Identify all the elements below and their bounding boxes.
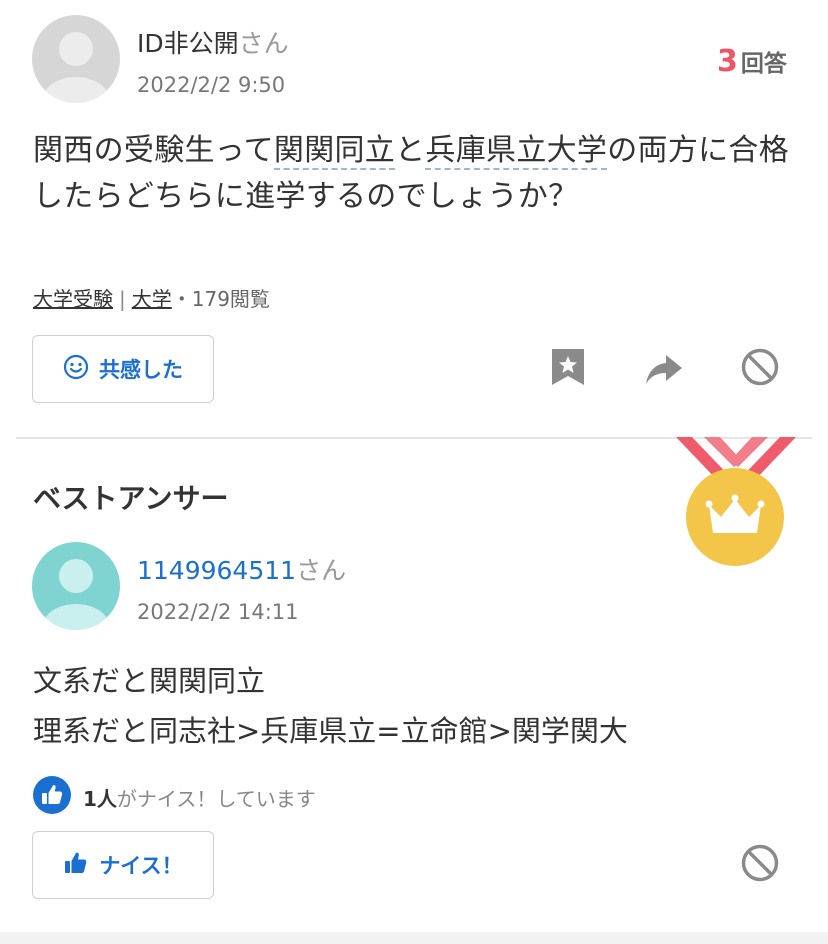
block-icon — [740, 347, 780, 391]
asker-name: ID非公開さん — [137, 24, 289, 60]
asker-honorific: さん — [238, 29, 289, 58]
bottom-separator — [0, 932, 828, 944]
nice-text: がナイス！しています — [116, 786, 316, 811]
answer-block-button[interactable] — [738, 843, 782, 887]
category-separator: | — [119, 287, 126, 311]
thumbs-up-icon — [33, 776, 71, 818]
block-button[interactable] — [738, 347, 782, 391]
category-link-daigaku-juken[interactable]: 大学受験 — [33, 287, 113, 311]
best-answer-heading: ベストアンサー — [33, 482, 229, 515]
question-text-part: と — [395, 133, 426, 168]
nice-summary: 1人 がナイス！しています — [33, 776, 316, 818]
bookmark-star-icon — [550, 347, 586, 391]
answer-text: 文系だと関関同立 理系だと同志社>兵庫県立=立命館>関学関大 — [33, 656, 803, 756]
nice-button[interactable]: ナイス！ — [32, 831, 214, 899]
keyword-link-kankandoritsu[interactable]: 関関同立 — [273, 133, 396, 170]
thumbs-up-icon — [63, 850, 89, 880]
medal-crown-icon — [676, 437, 796, 571]
category-link-daigaku[interactable]: 大学 — [132, 287, 172, 311]
question-timestamp: 2022/2/2 9:50 — [137, 73, 286, 97]
empathy-button[interactable]: 共感した — [32, 335, 214, 403]
view-count: ・179閲覧 — [171, 287, 270, 311]
bookmark-button[interactable] — [546, 347, 590, 391]
answer-line: 理系だと同志社>兵庫県立=立命館>関学関大 — [33, 714, 628, 748]
empathy-button-label: 共感した — [99, 358, 183, 382]
question-text: 関西の受験生って関関同立と兵庫県立大学の両方に合格したらどちらに進学するのでしょ… — [33, 128, 803, 220]
answerer-name: 1149964511さん — [137, 551, 346, 587]
answer-line: 文系だと関関同立 — [33, 664, 266, 698]
answer-count-label: 回答 — [740, 51, 787, 77]
question-text-part: 関西の受験生って — [33, 133, 274, 168]
keyword-link-hyogo-kenritsu[interactable]: 兵庫県立大学 — [425, 133, 608, 170]
answerer-avatar[interactable] — [32, 542, 120, 630]
asker-avatar — [32, 15, 120, 103]
share-button[interactable] — [642, 349, 686, 393]
answer-timestamp: 2022/2/2 14:11 — [137, 600, 299, 624]
asker-name-text: ID非公開 — [137, 29, 239, 58]
share-arrow-icon — [644, 351, 684, 391]
answer-count-number: 3 — [717, 44, 738, 79]
nice-button-label: ナイス！ — [99, 854, 183, 878]
answerer-name-link[interactable]: 1149964511 — [137, 556, 296, 585]
answer-count[interactable]: 3 回答 — [717, 44, 787, 79]
block-icon — [740, 843, 780, 887]
smile-icon — [63, 354, 89, 384]
category-row: 大学受験 | 大学・179閲覧 — [33, 283, 270, 312]
answerer-honorific: さん — [296, 556, 347, 585]
nice-count: 1人 — [83, 786, 117, 811]
